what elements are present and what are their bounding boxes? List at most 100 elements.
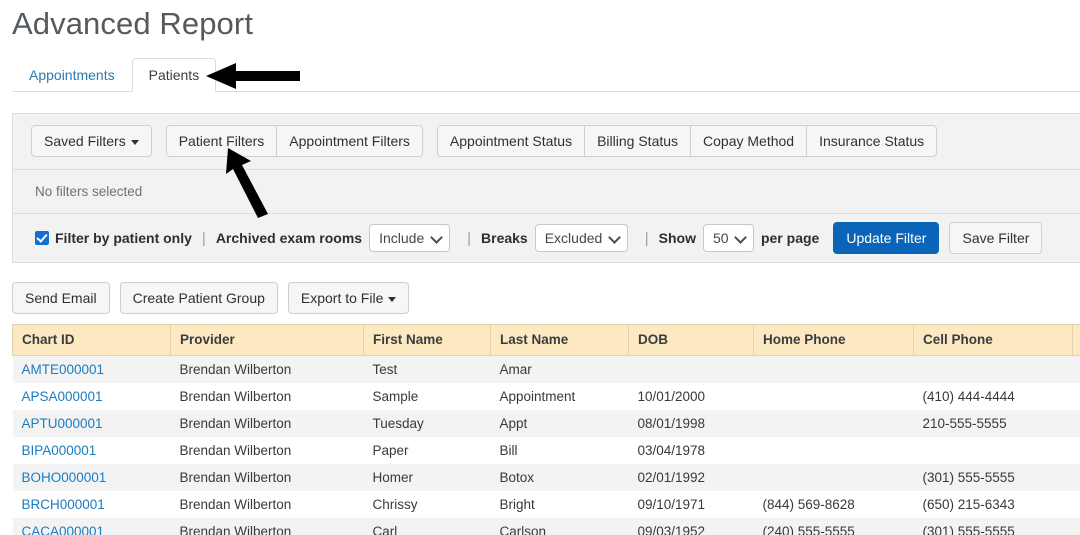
patient-filters-button[interactable]: Patient Filters (165, 125, 278, 157)
cell-home-phone (754, 383, 914, 410)
cell-dob: 10/01/2000 (637, 389, 706, 404)
cell-last-name: Bill (499, 443, 518, 458)
cell-provider: Brendan Wilberton (179, 470, 292, 485)
billing-status-button[interactable]: Billing Status (584, 125, 692, 157)
cell-cell-phone (914, 356, 1073, 384)
no-filters-selected-text: No filters selected (13, 169, 1080, 213)
cell-provider: Brendan Wilberton (179, 443, 292, 458)
chart-id-link[interactable]: AMTE000001 (22, 362, 105, 377)
divider: | (644, 229, 649, 247)
table-head: Chart ID Provider First Name Last Name D… (12, 324, 1080, 356)
cell-cell-phone: 210-555-5555 (922, 416, 1007, 431)
cell-first-name: Homer (372, 470, 414, 485)
cell-dob: 03/04/1978 (637, 443, 706, 458)
cell-last-name: Appointment (499, 389, 576, 404)
cell-last-name: Amar (499, 362, 532, 377)
cell-provider: Brendan Wilberton (179, 389, 292, 404)
export-to-file-label: Export to File (300, 290, 384, 306)
filter-by-patient-only-checkbox[interactable]: Filter by patient only (35, 230, 192, 246)
column-header-chart-id[interactable]: Chart ID (12, 324, 171, 356)
cell-dob: 02/01/1992 (637, 470, 706, 485)
cell-first-name: Carl (372, 524, 398, 535)
copay-method-button[interactable]: Copay Method (690, 125, 808, 157)
insurance-status-button[interactable]: Insurance Status (806, 125, 938, 157)
filter-by-patient-only-label: Filter by patient only (55, 230, 192, 246)
table-row: CACA000001 Brendan Wilberton Carl Carlson 09… (12, 518, 1080, 535)
chart-id-link[interactable]: CACA000001 (22, 524, 105, 535)
cell-provider: Brendan Wilberton (179, 524, 292, 535)
column-header-first-name[interactable]: First Name (363, 324, 491, 356)
chart-id-link[interactable]: APTU000001 (22, 416, 103, 431)
appointment-status-button[interactable]: Appointment Status (436, 125, 586, 157)
cell-last-name: Botox (499, 470, 535, 485)
checkmark-icon (35, 231, 49, 245)
per-page-select-wrap: 50 (696, 224, 761, 252)
chevron-down-icon (388, 296, 397, 302)
column-header-dob[interactable]: DOB (628, 324, 754, 356)
cell-chart-id: BOHO000001 (13, 464, 171, 491)
breaks-select[interactable]: Excluded (534, 224, 628, 252)
column-header-provider[interactable]: Provider (170, 324, 364, 356)
update-filter-button[interactable]: Update Filter (833, 222, 940, 254)
cell-first-name: Paper (372, 443, 409, 458)
chevron-down-icon (130, 139, 139, 145)
cell-chart-id: APSA000001 (13, 383, 171, 410)
send-email-button[interactable]: Send Email (12, 282, 110, 314)
cell-cell-phone: (301) 555-5555 (922, 470, 1015, 485)
chart-id-link[interactable]: BOHO000001 (22, 470, 107, 485)
cell-home-phone (754, 356, 914, 384)
cell-dob: 09/03/1952 (637, 524, 706, 535)
archived-exam-rooms-label: Archived exam rooms (215, 230, 363, 246)
cell-home-phone (754, 437, 914, 464)
create-patient-group-button[interactable]: Create Patient Group (119, 282, 278, 314)
status-filter-button-group: Appointment Status Billing Status Copay … (436, 125, 938, 157)
cell-cell-phone: (301) 555-5555 (922, 524, 1015, 535)
table-row: AMTE000001 Brendan Wilberton Test Amar (12, 355, 1080, 384)
saved-filters-button[interactable]: Saved Filters (31, 125, 152, 157)
cell-last-name: Appt (499, 416, 528, 431)
chart-id-link[interactable]: BIPA000001 (22, 443, 97, 458)
cell-home-phone: (240) 555-5555 (762, 524, 855, 535)
column-header-home-phone[interactable]: Home Phone (753, 324, 914, 356)
filter-type-button-group: Patient Filters Appointment Filters (165, 125, 423, 157)
page-title: Advanced Report (12, 6, 254, 41)
cell-cell-phone: (410) 444-4444 (922, 389, 1015, 404)
cell-chart-id: APTU000001 (13, 410, 171, 437)
cell-provider: Brendan Wilberton (179, 416, 292, 431)
per-page-select[interactable]: 50 (702, 224, 754, 252)
cell-chart-id: CACA000001 (13, 518, 171, 535)
cell-first-name: Sample (372, 389, 419, 404)
table-row: BIPA000001 Brendan Wilberton Paper Bill 03/0… (12, 437, 1080, 464)
column-header-overflow[interactable] (1072, 324, 1080, 356)
cell-provider: Brendan Wilberton (179, 497, 292, 512)
chart-id-link[interactable]: APSA000001 (22, 389, 103, 404)
tab-appointments[interactable]: Appointments (12, 58, 132, 91)
save-filter-button[interactable]: Save Filter (949, 222, 1043, 254)
patients-table: Chart ID Provider First Name Last Name D… (12, 324, 1080, 535)
filter-panel: Saved Filters Patient Filters Appointmen… (12, 113, 1080, 263)
saved-filters-label: Saved Filters (44, 133, 126, 149)
filter-buttons-row: Saved Filters Patient Filters Appointmen… (13, 114, 1080, 169)
patients-table-container: Chart ID Provider First Name Last Name D… (12, 324, 1080, 535)
tab-patients[interactable]: Patients (131, 58, 217, 92)
divider: | (201, 229, 206, 247)
cell-overflow (1073, 383, 1080, 410)
cell-overflow (1073, 491, 1080, 518)
cell-overflow: t (1073, 410, 1080, 437)
show-label: Show (658, 230, 696, 246)
cell-overflow (1073, 518, 1080, 535)
archived-exam-rooms-select-wrap: Include (362, 224, 457, 252)
column-header-cell-phone[interactable]: Cell Phone (913, 324, 1073, 356)
advanced-report-page: Advanced Report Appointments Patients Sa… (0, 0, 1080, 535)
appointment-filters-button[interactable]: Appointment Filters (276, 125, 423, 157)
column-header-last-name[interactable]: Last Name (490, 324, 629, 356)
export-to-file-button[interactable]: Export to File (287, 282, 410, 314)
action-buttons-row: Send Email Create Patient Group Export t… (12, 282, 410, 314)
table-header-row: Chart ID Provider First Name Last Name D… (12, 324, 1080, 356)
cell-dob (629, 356, 754, 384)
cell-overflow (1073, 356, 1080, 384)
chart-id-link[interactable]: BRCH000001 (22, 497, 105, 512)
cell-home-phone: (844) 569-8628 (762, 497, 855, 512)
table-row: BOHO000001 Brendan Wilberton Homer Botox 02/… (12, 464, 1080, 491)
archived-exam-rooms-select[interactable]: Include (369, 224, 451, 252)
